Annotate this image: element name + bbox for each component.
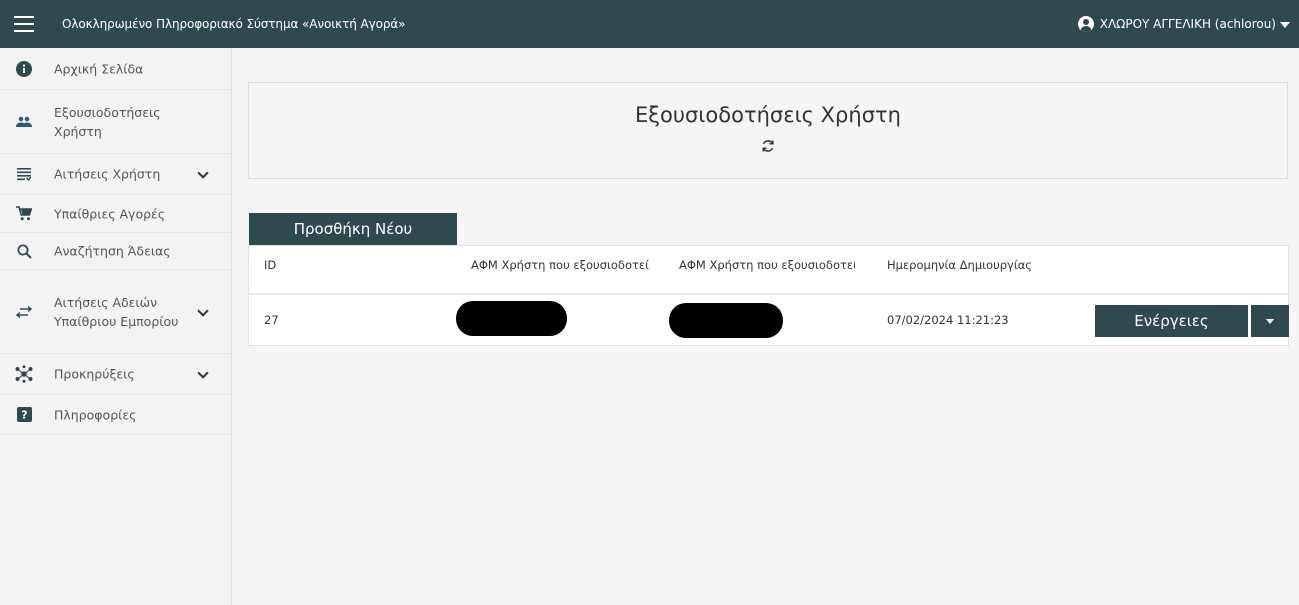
list-icon (15, 165, 33, 183)
table-row: 27 07/02/2024 11:21:23 Ενέργειες (249, 293, 1289, 346)
user-icon (1077, 16, 1094, 32)
swap-icon (15, 303, 33, 321)
sidebar-item-label: Αναζήτηση Άδειας (54, 243, 171, 259)
sidebar-item-label: Εξουσιοδοτήσεις Χρήστη (54, 104, 161, 139)
redacted-authorizer-tin (456, 301, 567, 336)
refresh-icon[interactable] (760, 138, 776, 154)
people-icon (15, 113, 33, 131)
user-name: ΧΛΩΡΟΥ ΑΓΓΕΛΙΚΗ (achlorou) (1099, 17, 1276, 31)
sidebar-item-user-applications[interactable]: Αιτήσεις Χρήστη (0, 154, 231, 195)
hub-icon (15, 365, 33, 383)
chevron-down-icon (197, 306, 209, 318)
svg-text:?: ? (21, 409, 27, 422)
sidebar-item-home[interactable]: Αρχική Σελίδα (0, 48, 231, 90)
actions-button[interactable]: Ενέργειες (1095, 305, 1248, 337)
actions-dropdown-toggle[interactable] (1251, 305, 1289, 337)
cell-created-date: 07/02/2024 11:21:23 (887, 313, 1009, 327)
sidebar-item-announcements[interactable]: Προκηρύξεις (0, 354, 231, 395)
chevron-down-icon (1280, 22, 1290, 28)
column-header-id: ID (264, 258, 277, 272)
sidebar-item-label: Αιτήσεις Αδειών Υπαίθριου Εμπορίου (54, 294, 179, 329)
cell-id: 27 (264, 313, 279, 327)
help-icon: ? (15, 406, 33, 424)
sidebar-item-license-search[interactable]: Αναζήτηση Άδειας (0, 233, 231, 270)
sidebar-item-label: Προκηρύξεις (54, 366, 135, 382)
user-menu[interactable]: ΧΛΩΡΟΥ ΑΓΓΕΛΙΚΗ (achlorou) (1077, 0, 1290, 48)
sidebar-item-information[interactable]: ? Πληροφορίες (0, 395, 231, 435)
add-new-button[interactable]: Προσθήκη Νέου (249, 213, 457, 245)
cart-icon (15, 205, 33, 223)
column-header-authorizer-tin: ΑΦΜ Χρήστη που εξουσιοδοτεί (471, 258, 650, 272)
menu-icon[interactable] (14, 16, 34, 32)
sidebar: Αρχική Σελίδα Εξουσιοδοτήσεις Χρήστη Αιτ… (0, 48, 232, 605)
chevron-down-icon (197, 168, 209, 180)
column-header-authorized-tin: ΑΦΜ Χρήστη που εξουσιοδοτείται (679, 258, 855, 272)
info-icon (15, 60, 33, 78)
search-icon (15, 242, 33, 260)
sidebar-item-outdoor-markets[interactable]: Υπαίθριες Αγορές (0, 195, 231, 233)
sidebar-item-license-applications[interactable]: Αιτήσεις Αδειών Υπαίθριου Εμπορίου (0, 270, 231, 354)
app-title: Ολοκληρωμένο Πληροφοριακό Σύστημα «Ανοικ… (62, 17, 406, 31)
chevron-down-icon (197, 368, 209, 380)
sidebar-item-label: Υπαίθριες Αγορές (54, 206, 166, 221)
sidebar-item-label: Αιτήσεις Χρήστη (54, 166, 161, 182)
authorizations-table: ID ΑΦΜ Χρήστη που εξουσιοδοτεί ΑΦΜ Χρήστ… (248, 245, 1289, 346)
redacted-authorized-tin (669, 303, 783, 338)
page-header-card: Εξουσιοδοτήσεις Χρήστη (248, 82, 1288, 179)
actions-split-button: Ενέργειες (1095, 305, 1289, 337)
sidebar-item-user-authorizations[interactable]: Εξουσιοδοτήσεις Χρήστη (0, 90, 231, 154)
sidebar-item-label: Αρχική Σελίδα (54, 61, 144, 76)
page-title: Εξουσιοδοτήσεις Χρήστη (635, 103, 901, 127)
sidebar-item-label: Πληροφορίες (54, 407, 137, 422)
column-header-created-date: Ημερομηνία Δημιουργίας (887, 258, 1033, 272)
top-bar: Ολοκληρωμένο Πληροφοριακό Σύστημα «Ανοικ… (0, 0, 1299, 48)
